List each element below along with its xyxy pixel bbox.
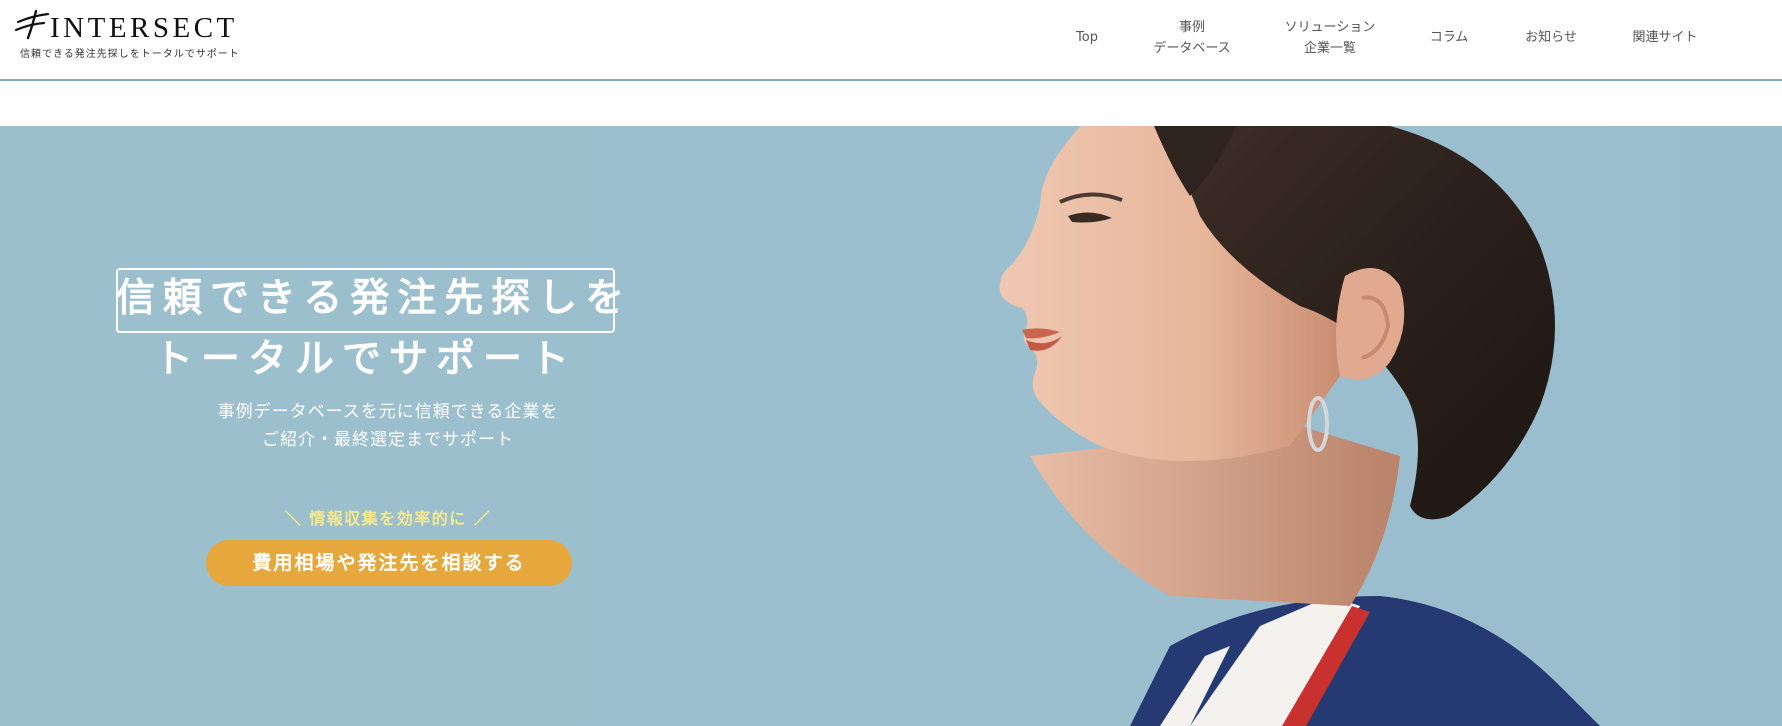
nav-item-case-database[interactable]: 事例 データベース (1153, 17, 1230, 59)
hero-headline-line2: トータルでサポート (153, 337, 577, 382)
site-header: INTERSECT 信頼できる発注先探しをトータルでサポート Top 事例 デー… (0, 0, 1782, 81)
nav-item-label: お知らせ (1525, 30, 1577, 45)
nav-item-related-sites[interactable]: 関連サイト (1632, 27, 1697, 48)
nav-item-top[interactable]: Top (1076, 27, 1098, 48)
site-logo[interactable]: INTERSECT 信頼できる発注先探しをトータルでサポート (14, 8, 246, 66)
page: INTERSECT 信頼できる発注先探しをトータルでサポート Top 事例 デー… (0, 0, 1782, 726)
hero-headline-line1: 信頼できる発注先探しを (116, 276, 633, 321)
nav-item-label: Top (1076, 30, 1098, 45)
logo-wordmark: INTERSECT (50, 12, 238, 44)
nav-item-news[interactable]: お知らせ (1525, 27, 1577, 48)
consult-button[interactable]: 費用相場や発注先を相談する (206, 540, 572, 586)
hero-section: 信頼できる発注先探しを トータルでサポート 事例データベースを元に信頼できる企業… (0, 126, 1782, 726)
woman-profile-photo (999, 126, 1600, 726)
logo-tagline: 信頼できる発注先探しをトータルでサポート (20, 49, 240, 60)
nav-item-label: ソリューション (1284, 20, 1376, 35)
nav-item-label: データベース (1153, 41, 1231, 56)
hero-subtext-line2: ご紹介・最終選定までサポート (262, 430, 514, 450)
nav-item-label: 関連サイト (1632, 30, 1698, 45)
cta-caption: ＼ 情報収集を効率的に ／ (284, 509, 492, 528)
nav-item-solution-companies[interactable]: ソリューション 企業一覧 (1285, 17, 1376, 59)
nav-item-column[interactable]: コラム (1430, 27, 1469, 48)
nav-item-label: 企業一覧 (1303, 41, 1356, 56)
nav-item-label: コラム (1429, 30, 1469, 45)
nav-item-label: 事例 (1178, 20, 1206, 35)
hero-subtext-line1: 事例データベースを元に信頼できる企業を (217, 402, 559, 422)
